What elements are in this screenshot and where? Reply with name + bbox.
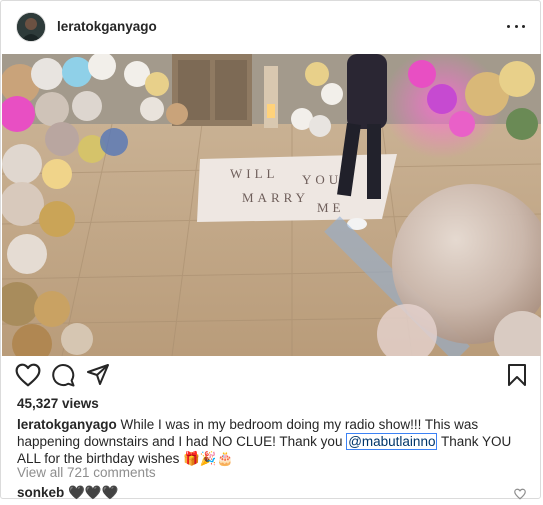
action-bar	[1, 363, 540, 395]
instagram-post: leratokganyago WILL YOU MARRY ME 45,327 …	[0, 0, 541, 501]
comment-item: sonkeb 🖤🖤🖤	[17, 485, 118, 501]
mention-link[interactable]: @mabutlainno	[346, 433, 438, 450]
post-username[interactable]: leratokganyago	[57, 19, 157, 34]
view-count[interactable]: 45,327 views	[17, 396, 99, 411]
media-word-1: WILL	[230, 166, 278, 181]
heart-icon[interactable]	[15, 363, 43, 391]
comment-like-heart-icon[interactable]	[514, 487, 526, 500]
paper-plane-icon[interactable]	[86, 363, 114, 391]
comment-username[interactable]: sonkeb	[17, 485, 64, 500]
more-horizontal-icon[interactable]	[507, 19, 525, 33]
post-video[interactable]: WILL YOU MARRY ME	[2, 54, 541, 356]
post-header: leratokganyago	[1, 1, 540, 53]
media-word-3: MARRY	[242, 190, 309, 205]
media-word-4: ME	[317, 200, 345, 215]
media-word-2: YOU	[302, 172, 342, 187]
caption-username[interactable]: leratokganyago	[17, 417, 117, 432]
comment-text: 🖤🖤🖤	[68, 485, 119, 500]
post-caption: leratokganyago While I was in my bedroom…	[17, 416, 522, 467]
bookmark-icon[interactable]	[506, 363, 534, 391]
avatar[interactable]	[16, 12, 46, 42]
comment-icon[interactable]	[51, 363, 79, 391]
view-all-comments-link[interactable]: View all 721 comments	[17, 465, 156, 480]
